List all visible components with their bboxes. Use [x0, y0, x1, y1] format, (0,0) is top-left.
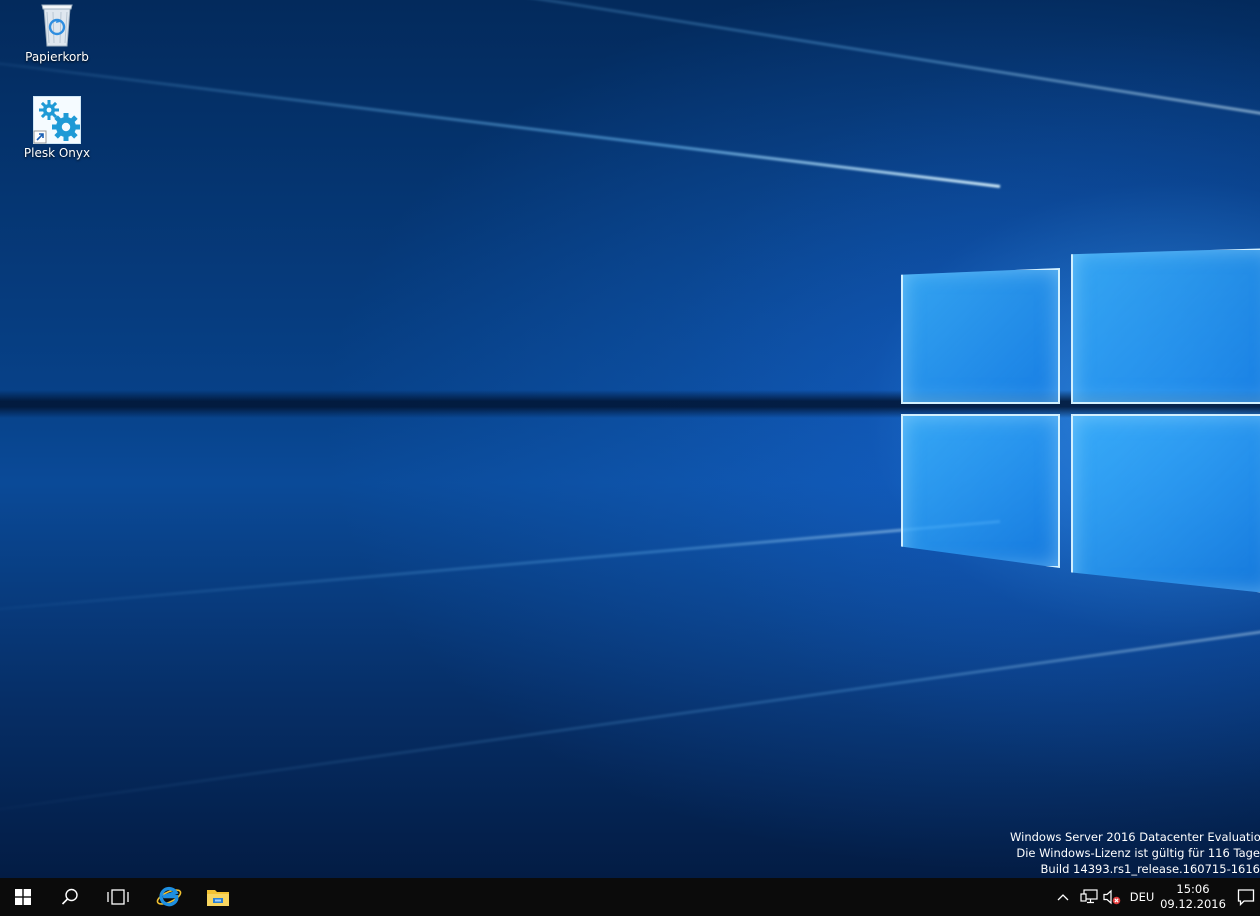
- input-language-indicator[interactable]: DEU: [1126, 878, 1158, 916]
- start-button[interactable]: [0, 878, 46, 916]
- window-pane: [901, 268, 1060, 404]
- task-view-icon: [107, 889, 129, 905]
- chevron-up-icon: [1057, 894, 1069, 901]
- notification-icon: [1237, 889, 1255, 906]
- evaluation-watermark: Windows Server 2016 Datacenter Evaluatio…: [1010, 829, 1260, 877]
- network-icon: [1080, 889, 1098, 904]
- network-tray-button[interactable]: [1078, 878, 1100, 916]
- windows-logo-icon: [15, 889, 31, 905]
- desktop-icon-recycle-bin[interactable]: Papierkorb: [17, 0, 97, 64]
- language-label: DEU: [1129, 890, 1155, 904]
- desktop-icon-label: Plesk Onyx: [23, 146, 91, 160]
- internet-explorer-button[interactable]: [146, 878, 192, 916]
- show-hidden-icons-button[interactable]: [1053, 878, 1073, 916]
- plesk-gears-icon: [33, 96, 81, 144]
- clock-time: 15:06: [1176, 882, 1210, 896]
- action-center-button[interactable]: [1232, 878, 1260, 916]
- taskbar-clock[interactable]: 15:06 09.12.2016: [1160, 878, 1226, 916]
- volume-tray-button[interactable]: [1101, 878, 1123, 916]
- recycle-bin-icon: [41, 4, 73, 47]
- watermark-edition: Windows Server 2016 Datacenter Evaluatio…: [1010, 830, 1260, 844]
- search-icon: [61, 888, 78, 905]
- window-pane: [901, 414, 1060, 568]
- window-pane: [1071, 248, 1260, 404]
- internet-explorer-icon: [156, 886, 182, 907]
- search-button[interactable]: [47, 878, 93, 916]
- light-beam: [0, 0, 1260, 121]
- taskbar: DEU 15:06 09.12.2016: [0, 878, 1260, 916]
- window-pane: [1071, 414, 1260, 594]
- file-explorer-button[interactable]: [195, 878, 241, 916]
- clock-date: 09.12.2016: [1160, 897, 1226, 911]
- light-beam: [0, 520, 1001, 619]
- desktop-icon-label: Papierkorb: [25, 50, 89, 64]
- task-view-button[interactable]: [95, 878, 141, 916]
- desktop-icon-plesk-onyx[interactable]: Plesk Onyx: [17, 96, 97, 160]
- desktop-background: Papierkorb Plesk Onyx Windows Server 201…: [0, 0, 1260, 878]
- light-beam: [0, 50, 1001, 188]
- folder-icon: [207, 890, 229, 906]
- watermark-build: Build 14393.rs1_release.160715-1616: [1040, 862, 1260, 876]
- light-beam: [0, 625, 1260, 823]
- volume-muted-icon: [1103, 889, 1121, 905]
- watermark-license: Die Windows-Lizenz ist gültig für 116 Ta…: [1016, 846, 1260, 860]
